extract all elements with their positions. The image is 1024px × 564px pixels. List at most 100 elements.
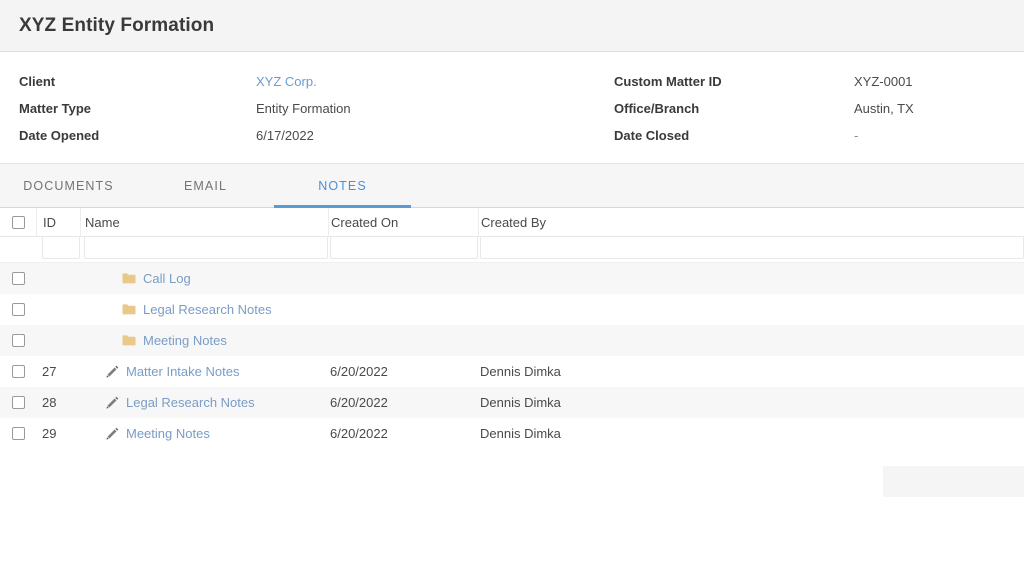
- row-select-cell: [0, 387, 36, 418]
- row-name-link[interactable]: Matter Intake Notes: [126, 364, 239, 379]
- detail-value-matter-type: Entity Formation: [256, 101, 351, 116]
- filter-cell-id[interactable]: [36, 237, 80, 262]
- table-row[interactable]: Legal Research Notes: [0, 294, 1024, 325]
- detail-label-office-branch: Office/Branch: [614, 101, 854, 116]
- detail-value-date-opened: 6/17/2022: [256, 128, 314, 143]
- row-name: Legal Research Notes: [80, 387, 328, 418]
- name-cell: Call Log: [84, 271, 191, 286]
- row-created-on: 6/20/2022: [328, 387, 478, 418]
- row-id: 29: [36, 418, 80, 449]
- row-name-link[interactable]: Meeting Notes: [143, 333, 227, 348]
- grid-filter-row: [0, 237, 1024, 263]
- pencil-icon: [106, 396, 119, 409]
- tab-notes-label: NOTES: [318, 179, 367, 193]
- row-select-cell: [0, 294, 36, 325]
- name-cell: Meeting Notes: [84, 333, 227, 348]
- column-header-id[interactable]: ID: [36, 208, 80, 236]
- row-select-cell: [0, 418, 36, 449]
- filter-cell-name[interactable]: [80, 237, 328, 262]
- row-checkbox[interactable]: [12, 303, 25, 316]
- detail-col-left: Client XYZ Corp.: [0, 74, 614, 89]
- pencil-icon: [106, 427, 119, 440]
- row-created-by: [478, 325, 1024, 356]
- detail-col-right: Office/Branch Austin, TX: [614, 101, 1024, 116]
- row-select-cell: [0, 325, 36, 356]
- table-row[interactable]: Call Log: [0, 263, 1024, 294]
- notes-grid: ID Name Created On Created By: [0, 208, 1024, 449]
- row-checkbox[interactable]: [12, 272, 25, 285]
- filter-cell-created-on[interactable]: [328, 237, 478, 262]
- filter-input-created-on[interactable]: [330, 237, 478, 259]
- name-cell: Meeting Notes: [84, 426, 210, 441]
- row-created-by: Dennis Dimka: [478, 387, 1024, 418]
- row-created-on: 6/20/2022: [328, 356, 478, 387]
- detail-row: Client XYZ Corp. Custom Matter ID XYZ-00…: [0, 68, 1024, 95]
- table-row[interactable]: Meeting Notes: [0, 325, 1024, 356]
- column-header-created-on[interactable]: Created On: [328, 208, 478, 236]
- select-all-cell: [0, 208, 36, 236]
- detail-label-custom-matter-id: Custom Matter ID: [614, 74, 854, 89]
- tab-documents-label: DOCUMENTS: [23, 179, 113, 193]
- folder-icon: [122, 335, 136, 346]
- row-created-by: Dennis Dimka: [478, 356, 1024, 387]
- row-id: [36, 263, 80, 294]
- detail-value-office-branch: Austin, TX: [854, 101, 914, 116]
- row-created-on: [328, 263, 478, 294]
- row-name-link[interactable]: Legal Research Notes: [126, 395, 255, 410]
- tab-email[interactable]: EMAIL: [137, 164, 274, 207]
- row-name-link[interactable]: Call Log: [143, 271, 191, 286]
- detail-row: Date Opened 6/17/2022 Date Closed -: [0, 122, 1024, 149]
- select-all-checkbox[interactable]: [12, 216, 25, 229]
- detail-label-date-opened: Date Opened: [19, 128, 256, 143]
- row-name: Meeting Notes: [80, 325, 328, 356]
- row-id: 27: [36, 356, 80, 387]
- pencil-icon: [106, 365, 119, 378]
- table-row[interactable]: 28 Legal Research Notes 6/20/2022 Dennis…: [0, 387, 1024, 418]
- detail-row: Matter Type Entity Formation Office/Bran…: [0, 95, 1024, 122]
- row-name-link[interactable]: Legal Research Notes: [143, 302, 272, 317]
- page-title: XYZ Entity Formation: [0, 15, 214, 37]
- row-id: [36, 325, 80, 356]
- row-name: Matter Intake Notes: [80, 356, 328, 387]
- row-checkbox[interactable]: [12, 427, 25, 440]
- row-select-cell: [0, 356, 36, 387]
- row-created-on: [328, 325, 478, 356]
- filter-cell-created-by[interactable]: [478, 237, 1024, 262]
- row-name-link[interactable]: Meeting Notes: [126, 426, 210, 441]
- detail-value-client[interactable]: XYZ Corp.: [256, 74, 317, 89]
- detail-label-client: Client: [19, 74, 256, 89]
- table-row[interactable]: 27 Matter Intake Notes 6/20/2022 Dennis …: [0, 356, 1024, 387]
- row-id: 28: [36, 387, 80, 418]
- detail-col-right: Date Closed -: [614, 128, 1024, 143]
- row-checkbox[interactable]: [12, 334, 25, 347]
- detail-col-left: Matter Type Entity Formation: [0, 101, 614, 116]
- footer-placeholder-block: [883, 466, 1024, 497]
- filter-input-name[interactable]: [84, 237, 328, 259]
- tab-email-label: EMAIL: [184, 179, 227, 193]
- row-created-by: [478, 263, 1024, 294]
- tab-notes[interactable]: NOTES: [274, 164, 411, 207]
- folder-icon: [122, 273, 136, 284]
- column-header-created-by[interactable]: Created By: [478, 208, 1024, 236]
- tab-bar: DOCUMENTS EMAIL NOTES: [0, 163, 1024, 208]
- name-cell: Matter Intake Notes: [84, 364, 239, 379]
- row-created-on: [328, 294, 478, 325]
- detail-col-right: Custom Matter ID XYZ-0001: [614, 74, 1024, 89]
- row-created-on: 6/20/2022: [328, 418, 478, 449]
- matter-detail-panel: Client XYZ Corp. Custom Matter ID XYZ-00…: [0, 52, 1024, 163]
- detail-label-matter-type: Matter Type: [19, 101, 256, 116]
- folder-icon: [122, 304, 136, 315]
- detail-label-date-closed: Date Closed: [614, 128, 854, 143]
- row-checkbox[interactable]: [12, 396, 25, 409]
- filter-input-created-by[interactable]: [480, 237, 1024, 259]
- tab-documents[interactable]: DOCUMENTS: [0, 164, 137, 207]
- detail-value-custom-matter-id: XYZ-0001: [854, 74, 913, 89]
- table-row[interactable]: 29 Meeting Notes 6/20/2022 Dennis Dimka: [0, 418, 1024, 449]
- name-cell: Legal Research Notes: [84, 395, 255, 410]
- row-select-cell: [0, 263, 36, 294]
- column-header-name[interactable]: Name: [80, 208, 328, 236]
- detail-col-left: Date Opened 6/17/2022: [0, 128, 614, 143]
- row-name: Legal Research Notes: [80, 294, 328, 325]
- filter-input-id[interactable]: [42, 237, 80, 259]
- row-checkbox[interactable]: [12, 365, 25, 378]
